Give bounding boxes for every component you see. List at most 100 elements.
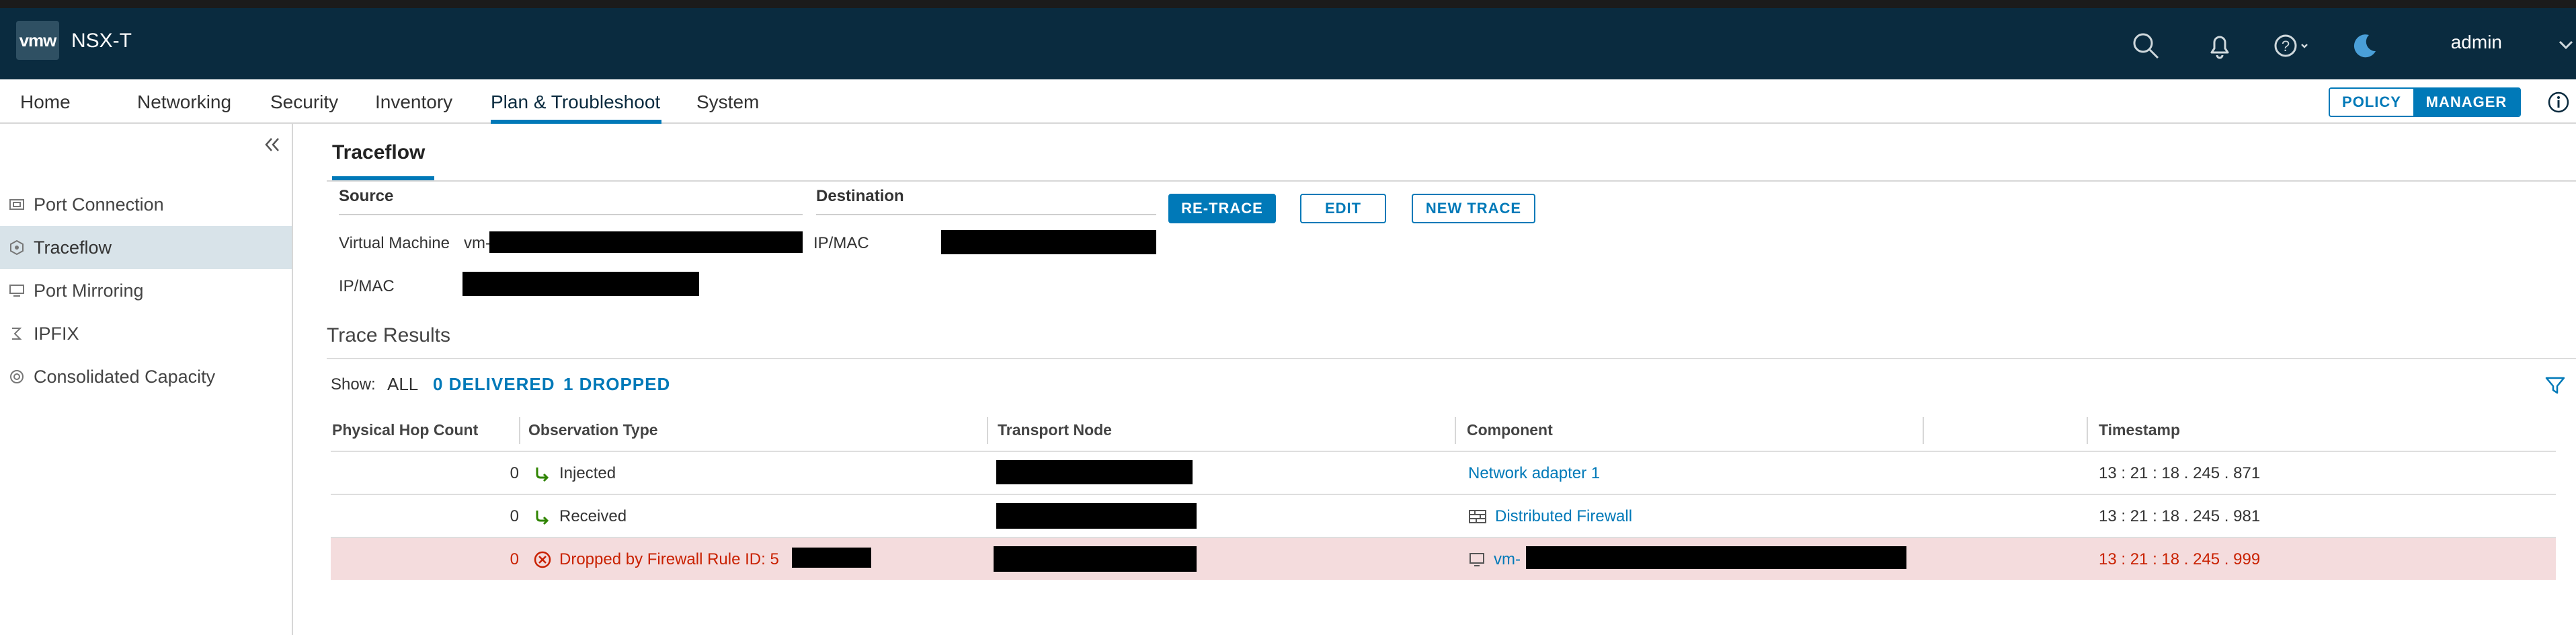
redacted-rule-id xyxy=(792,548,871,568)
nav-networking[interactable]: Networking xyxy=(137,91,231,113)
user-menu[interactable]: admin xyxy=(2451,32,2502,53)
component-link[interactable]: vm- xyxy=(1468,550,1521,569)
column-header-observation-type[interactable]: Observation Type xyxy=(528,421,658,439)
new-trace-button[interactable]: NEW TRACE xyxy=(1412,194,1535,223)
timestamp: 13 : 21 : 18 . 245 . 999 xyxy=(2099,550,2261,568)
nav-security[interactable]: Security xyxy=(270,91,338,113)
redacted-transport-node xyxy=(994,546,1197,572)
component-text: Distributed Firewall xyxy=(1495,507,1633,525)
vmware-logo[interactable]: vmw xyxy=(16,21,59,60)
column-header-component[interactable]: Component xyxy=(1467,421,1553,439)
sidebar-item-port-connection[interactable]: Port Connection xyxy=(0,183,292,226)
traceflow-icon xyxy=(10,239,24,256)
table-row[interactable]: 0 Dropped by Firewall Rule ID: 5 vm- 13 … xyxy=(331,537,2556,580)
divider xyxy=(327,358,2576,359)
nav-active-indicator xyxy=(491,120,661,124)
chevron-down-icon[interactable] xyxy=(2556,35,2576,55)
info-icon[interactable] xyxy=(2546,90,2571,114)
component-link[interactable]: Network adapter 1 xyxy=(1468,464,1600,483)
nav-inventory[interactable]: Inventory xyxy=(375,91,452,113)
observation-text: Received xyxy=(559,507,627,525)
edit-button[interactable]: EDIT xyxy=(1300,194,1386,223)
svg-text:?: ? xyxy=(2282,38,2290,54)
port-connection-icon xyxy=(9,199,24,210)
sidebar-item-label: IPFIX xyxy=(34,323,79,344)
sidebar-item-traceflow[interactable]: Traceflow xyxy=(0,226,292,269)
source-type-label: Virtual Machine xyxy=(339,234,450,252)
source-ipmac-label: IP/MAC xyxy=(339,277,395,295)
app-title[interactable]: NSX-T xyxy=(71,30,132,52)
component-link[interactable]: Distributed Firewall xyxy=(1468,507,1632,526)
capacity-icon xyxy=(10,370,24,383)
nav-system[interactable]: System xyxy=(696,91,759,113)
hop-count: 0 xyxy=(510,507,519,525)
manager-mode-button[interactable]: MANAGER xyxy=(2413,89,2520,116)
column-separator[interactable] xyxy=(1923,417,1924,444)
main-nav: Home Networking Security Inventory Plan … xyxy=(0,79,2576,124)
timestamp: 13 : 21 : 18 . 245 . 981 xyxy=(2099,507,2261,525)
table-row[interactable]: 0 Injected Network adapter 1 13 : 21 : 1… xyxy=(331,451,2556,494)
arrow-received-icon xyxy=(536,511,549,525)
collapse-sidebar-icon[interactable] xyxy=(261,133,284,156)
column-separator[interactable] xyxy=(519,417,520,444)
column-header-hop-count[interactable]: Physical Hop Count xyxy=(332,421,478,439)
policy-mode-button[interactable]: POLICY xyxy=(2330,89,2413,116)
sidebar-item-label: Port Connection xyxy=(34,194,164,215)
observation-type: Dropped by Firewall Rule ID: 5 xyxy=(534,550,779,569)
column-header-timestamp[interactable]: Timestamp xyxy=(2099,421,2180,439)
help-icon[interactable]: ? xyxy=(2271,27,2318,65)
sidebar-item-consolidated-capacity[interactable]: Consolidated Capacity xyxy=(0,355,292,398)
sidebar-item-port-mirroring[interactable]: Port Mirroring xyxy=(0,269,292,312)
table-row[interactable]: 0 Received Distributed Firewall 13 : 21 … xyxy=(331,494,2556,537)
divider xyxy=(816,214,1156,215)
trace-results-title: Trace Results xyxy=(327,324,450,346)
timestamp: 13 : 21 : 18 . 245 . 871 xyxy=(2099,464,2261,482)
error-circle-icon xyxy=(534,551,551,568)
filter-dropped[interactable]: 1 DROPPED xyxy=(563,374,670,395)
port-mirroring-icon xyxy=(9,285,24,297)
column-separator[interactable] xyxy=(2087,417,2088,444)
sidebar-item-label: Traceflow xyxy=(34,237,112,258)
sidebar-item-ipfix[interactable]: IPFIX xyxy=(0,312,292,355)
column-separator[interactable] xyxy=(987,417,988,444)
filter-delivered[interactable]: 0 DELIVERED xyxy=(433,374,555,395)
destination-heading: Destination xyxy=(816,187,904,205)
redacted-transport-node xyxy=(996,503,1197,529)
show-label: Show: xyxy=(331,375,376,394)
filter-icon[interactable] xyxy=(2544,374,2567,397)
bell-icon[interactable] xyxy=(2201,27,2239,65)
redacted-transport-node xyxy=(996,460,1193,484)
ipfix-icon xyxy=(12,328,22,340)
redacted-source-ipmac xyxy=(462,272,699,296)
filter-all[interactable]: ALL xyxy=(387,374,418,395)
policy-manager-toggle: POLICY MANAGER xyxy=(2329,87,2521,117)
observation-type: Received xyxy=(534,507,627,526)
firewall-icon xyxy=(1469,510,1486,523)
arrow-injected-icon xyxy=(536,468,549,482)
search-icon[interactable] xyxy=(2127,27,2165,65)
observation-text: Injected xyxy=(559,464,616,482)
observation-text: Dropped by Firewall Rule ID: 5 xyxy=(559,550,779,568)
sidebar: Port Connection Traceflow Port Mirroring… xyxy=(0,124,293,635)
nav-home[interactable]: Home xyxy=(20,91,71,113)
window-top-strip xyxy=(0,0,2576,8)
hop-count: 0 xyxy=(510,464,519,482)
vm-icon xyxy=(1470,553,1484,566)
divider xyxy=(327,180,2576,182)
redacted-destination-ipmac xyxy=(941,230,1156,254)
source-vm-prefix: vm- xyxy=(464,234,491,252)
source-heading: Source xyxy=(339,187,394,205)
column-separator[interactable] xyxy=(1455,417,1456,444)
sidebar-item-label: Port Mirroring xyxy=(34,280,144,301)
sidebar-item-label: Consolidated Capacity xyxy=(34,366,216,387)
redacted-source-vm xyxy=(489,231,803,253)
theme-moon-icon[interactable] xyxy=(2346,27,2384,65)
page-title: Traceflow xyxy=(332,141,426,163)
retrace-button[interactable]: RE-TRACE xyxy=(1168,194,1276,223)
divider xyxy=(339,214,803,215)
hop-count: 0 xyxy=(510,550,519,568)
column-header-transport-node[interactable]: Transport Node xyxy=(998,421,1112,439)
nav-plan-troubleshoot[interactable]: Plan & Troubleshoot xyxy=(491,91,660,113)
component-text: vm- xyxy=(1494,550,1521,568)
app-header: vmw NSX-T ? admin xyxy=(0,8,2576,79)
